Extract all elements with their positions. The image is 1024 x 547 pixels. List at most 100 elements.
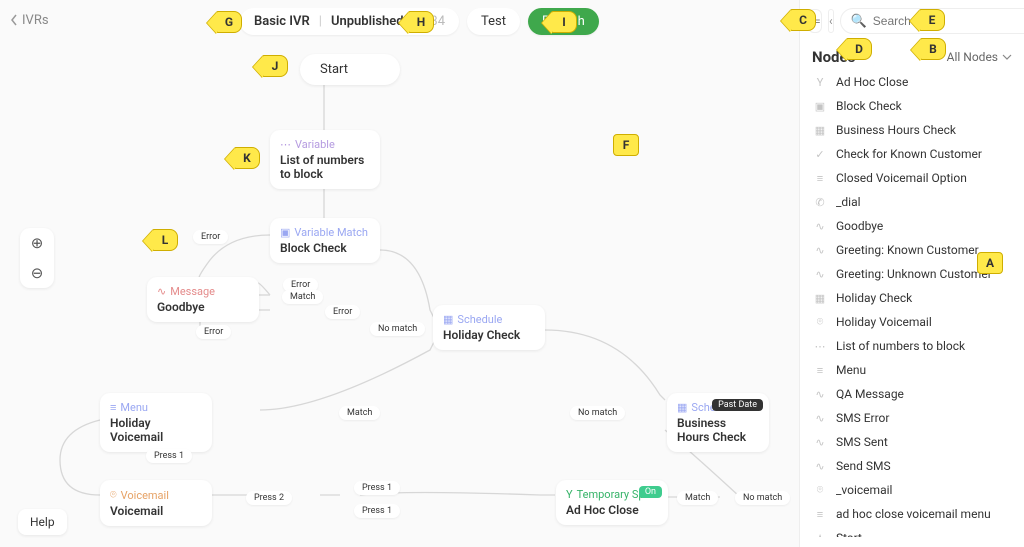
- marker-b: B: [920, 38, 946, 60]
- sidebar-item[interactable]: ✓ Check for Known Customer: [800, 142, 1024, 166]
- sidebar-item-label: Block Check: [836, 99, 902, 113]
- edge-label: No match: [735, 491, 790, 505]
- node-type: ∿Message: [157, 285, 249, 298]
- node-title: Block Check: [280, 241, 370, 255]
- voicemail-icon: ⌾: [110, 488, 117, 502]
- node-type: ▣Variable Match: [280, 226, 370, 239]
- split-icon: Y: [812, 76, 828, 89]
- help-button[interactable]: Help: [18, 509, 67, 535]
- calendar-icon: ▦: [443, 313, 453, 326]
- chevron-left-icon: [10, 14, 18, 26]
- sidebar-item-label: List of numbers to block: [836, 339, 965, 353]
- node-start-label: Start: [320, 62, 348, 77]
- audio-icon: ∿: [812, 220, 828, 233]
- sidebar-item-label: Ad Hoc Close: [836, 75, 908, 89]
- audio-icon: ∿: [812, 388, 828, 401]
- sidebar-item[interactable]: ▦Business Hours Check: [800, 118, 1024, 142]
- zoom-controls: ⊕ ⊖: [20, 228, 54, 288]
- marker-h: H: [408, 11, 434, 33]
- calendar-icon: ▦: [812, 124, 828, 137]
- edge-label: No match: [570, 406, 625, 420]
- var-icon: ⋯: [812, 340, 828, 353]
- node-ad-hoc-close[interactable]: On YTemporary Split Ad Hoc Close: [556, 480, 668, 525]
- node-title: Holiday Check: [443, 328, 535, 342]
- sidebar-item-label: Greeting: Known Customer: [836, 243, 979, 257]
- sidebar-item-label: ad hoc close voicemail menu: [836, 507, 991, 521]
- edge-label: Match: [339, 406, 380, 420]
- node-holiday-check[interactable]: ▦Schedule Holiday Check: [433, 305, 545, 350]
- sidebar-item[interactable]: ∿Send SMS: [800, 454, 1024, 478]
- voicemail-icon: ⌾: [812, 315, 828, 329]
- sidebar-item[interactable]: Y Ad Hoc Close: [800, 70, 1024, 94]
- nodes-filter-dropdown[interactable]: All Nodes: [947, 50, 1012, 64]
- sidebar-item[interactable]: ★Start: [800, 526, 1024, 537]
- sidebar-item[interactable]: ⌾_voicemail: [800, 478, 1024, 502]
- marker-a: A: [977, 252, 1003, 274]
- node-business-hours[interactable]: Past Date ▦Schedule Business Hours Check: [667, 393, 769, 452]
- badge-past-date: Past Date: [712, 399, 763, 411]
- edge-label: Press 1: [354, 481, 400, 495]
- audio-icon: ∿: [812, 436, 828, 449]
- node-holiday-voicemail[interactable]: ≡Menu Holiday Voicemail: [100, 393, 212, 452]
- edge-label: Error: [325, 305, 360, 319]
- sidebar-item[interactable]: ✆_dial: [800, 190, 1024, 214]
- sidebar-item[interactable]: ∿ QA Message: [800, 382, 1024, 406]
- node-variable[interactable]: ⋯Variable List of numbers to block: [270, 130, 380, 189]
- sidebar-item-label: Menu: [836, 363, 866, 377]
- sidebar-item[interactable]: ≡ Menu: [800, 358, 1024, 382]
- node-voicemail[interactable]: ⌾Voicemail Voicemail: [100, 480, 212, 526]
- marker-e: E: [919, 9, 945, 31]
- node-type: ≡Menu: [110, 401, 202, 414]
- sidebar-item[interactable]: ⌾Holiday Voicemail: [800, 310, 1024, 334]
- sidebar-item-label: Check for Known Customer: [836, 147, 982, 161]
- sidebar-item[interactable]: ∿ Goodbye: [800, 214, 1024, 238]
- sidebar-item[interactable]: ≡ Closed Voicemail Option: [800, 166, 1024, 190]
- match-icon: ▣: [812, 100, 828, 113]
- sidebar-item[interactable]: ∿ SMS Error: [800, 406, 1024, 430]
- audio-icon: ∿: [812, 412, 828, 425]
- edge-label: Match: [282, 290, 323, 304]
- edge-label: Press 1: [354, 504, 400, 518]
- star-icon: ★: [812, 532, 828, 538]
- list-icon: ≡: [812, 172, 828, 185]
- sidebar-item[interactable]: ∿SMS Sent: [800, 430, 1024, 454]
- sidebar-item-label: QA Message: [836, 387, 904, 401]
- calendar-icon: ▦: [812, 292, 828, 305]
- sidebar-item[interactable]: ▦Holiday Check: [800, 286, 1024, 310]
- back-to-ivrs[interactable]: IVRs: [10, 13, 49, 28]
- node-title: Holiday Voicemail: [110, 416, 202, 444]
- audio-icon: ∿: [157, 285, 166, 298]
- node-block-check[interactable]: ▣Variable Match Block Check: [270, 218, 380, 263]
- sidebar-item[interactable]: ⋯ List of numbers to block: [800, 334, 1024, 358]
- edge-label: Match: [677, 491, 718, 505]
- sidebar-item-label: Closed Voicemail Option: [836, 171, 967, 185]
- node-goodbye[interactable]: ∿Message Goodbye: [147, 277, 259, 322]
- audio-icon: ∿: [812, 268, 828, 281]
- node-title: List of numbers to block: [280, 153, 370, 181]
- marker-c: C: [790, 9, 816, 31]
- chevron-down-icon: [1002, 54, 1012, 60]
- edge-label: No match: [370, 322, 425, 336]
- node-type: ⋯Variable: [280, 138, 370, 151]
- edge-label: Press 2: [246, 491, 292, 505]
- list-icon: ≡: [812, 364, 828, 377]
- sidebar-item-label: _dial: [836, 195, 861, 209]
- zoom-in-button[interactable]: ⊕: [20, 228, 54, 258]
- sidebar-item[interactable]: ≡ad hoc close voicemail menu: [800, 502, 1024, 526]
- marker-d: D: [846, 38, 872, 60]
- marker-g: G: [216, 11, 242, 33]
- zoom-out-button[interactable]: ⊖: [20, 258, 54, 288]
- sidebar-item[interactable]: ▣ Block Check: [800, 94, 1024, 118]
- sidebar-item-label: Goodbye: [836, 219, 883, 233]
- check-icon: ✓: [812, 148, 828, 161]
- node-start[interactable]: Start: [300, 54, 400, 85]
- split-icon: Y: [566, 488, 573, 501]
- edge-label: Press 1: [146, 449, 192, 463]
- node-type: ⌾Voicemail: [110, 488, 202, 502]
- audio-icon: ∿: [812, 460, 828, 473]
- sidebar-item-label: SMS Error: [836, 411, 889, 425]
- node-title: Goodbye: [157, 300, 249, 314]
- sidebar-item-label: _voicemail: [836, 483, 892, 497]
- marker-k: K: [234, 147, 260, 169]
- node-type: ▦Schedule: [443, 313, 535, 326]
